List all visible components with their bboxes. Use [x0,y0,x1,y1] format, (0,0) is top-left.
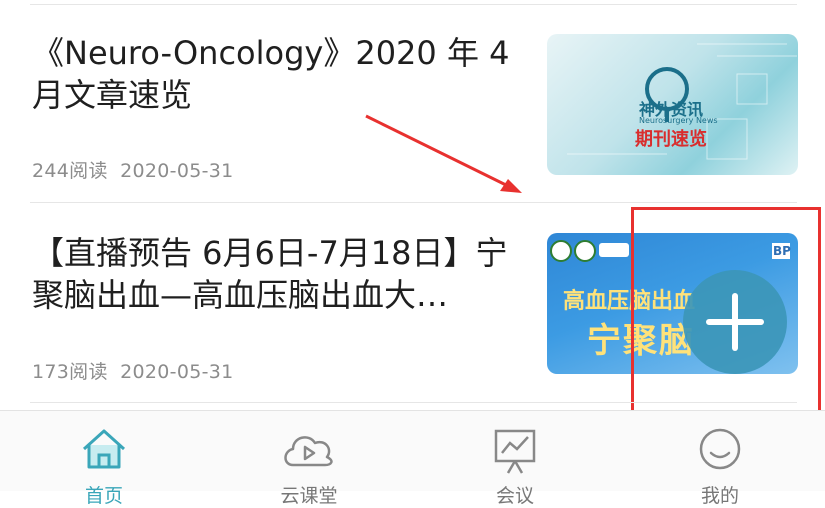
tab-label: 我的 [700,485,739,507]
article-title[interactable]: 《Neuro-Oncology》2020 年 4 月文章速览 [32,32,522,116]
publish-date: 2020-05-31 [120,361,234,383]
tab-cloud-class[interactable]: 云课堂 [249,411,369,507]
tab-home[interactable]: 首页 [44,411,164,507]
tab-label: 云课堂 [280,485,338,507]
article-thumbnail[interactable]: 神外资讯 Neurosurgery News 期刊速览 [547,34,798,175]
read-count: 173阅读 [32,361,108,383]
tab-meeting[interactable]: 会议 [455,411,575,507]
meeting-chart-icon [494,429,536,474]
annotation-highlight-box [631,207,821,419]
thumb-caption-red: 期刊速览 [635,129,707,150]
publish-date: 2020-05-31 [120,160,234,182]
read-count: 244阅读 [32,160,108,182]
tab-label: 首页 [84,485,123,507]
list-item[interactable]: 《Neuro-Oncology》2020 年 4 月文章速览 244阅读 202… [0,0,825,202]
article-meta: 173阅读 2020-05-31 [32,357,240,384]
article-meta: 244阅读 2020-05-31 [32,156,240,183]
tab-label: 会议 [495,485,534,507]
cloud-play-icon [284,436,333,467]
home-icon [82,429,126,469]
bottom-tab-bar: 首页 云课堂 会议 我的 [0,410,825,507]
smile-icon [699,428,741,470]
tab-mine[interactable]: 我的 [660,411,780,507]
article-title[interactable]: 【直播预告 6月6日-7月18日】宁聚脑出血—高血压脑出血大… [32,232,522,316]
thumb-caption-sub: Neurosurgery News [639,116,718,125]
divider [30,402,797,403]
